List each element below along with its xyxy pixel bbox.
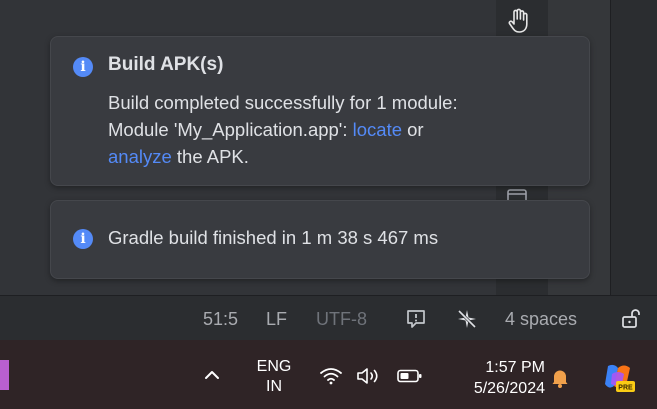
- right-tool-window-bar: [610, 0, 657, 295]
- clock-date: 5/26/2024: [473, 380, 545, 397]
- problems-icon[interactable]: [405, 308, 427, 330]
- or-text: or: [402, 119, 424, 140]
- notification-title: Build APK(s): [108, 54, 224, 75]
- chevron-up-icon[interactable]: [203, 368, 221, 382]
- hand-pointer-icon[interactable]: [506, 8, 530, 34]
- system-clock[interactable]: 1:57 PM 5/26/2024: [445, 357, 545, 399]
- line-separator[interactable]: LF: [266, 309, 287, 330]
- windows-taskbar: ENG IN 1:57 PM 5/26/2024 PRE: [0, 340, 657, 409]
- caret-position[interactable]: 51:5: [203, 309, 238, 330]
- clock-time: 1:57 PM: [485, 359, 545, 376]
- ai-assistant-icon[interactable]: [455, 307, 479, 331]
- unlock-icon[interactable]: [620, 307, 642, 329]
- wifi-icon[interactable]: [319, 366, 343, 386]
- notification-bell-icon[interactable]: [550, 367, 570, 389]
- notification-body: Build completed successfully for 1 modul…: [108, 89, 578, 170]
- battery-icon[interactable]: [397, 369, 423, 383]
- notification-line-2: Module 'My_Application.app': locate or: [108, 116, 578, 143]
- gradle-build-message: Gradle build finished in 1 m 38 s 467 ms: [108, 227, 439, 248]
- language-code: ENG: [256, 358, 292, 375]
- build-apk-notification: i Build APK(s) Build completed successfu…: [50, 36, 590, 186]
- info-icon: i: [73, 229, 93, 249]
- indent-setting[interactable]: 4 spaces: [505, 309, 577, 330]
- svg-text:PRE: PRE: [618, 385, 633, 392]
- notification-line-3: analyze the APK.: [108, 143, 578, 170]
- file-encoding[interactable]: UTF-8: [316, 309, 367, 330]
- status-bar: 51:5 LF UTF-8 4 spaces: [0, 295, 657, 340]
- locate-link[interactable]: locate: [353, 119, 402, 140]
- copilot-pre-icon[interactable]: PRE: [600, 360, 636, 396]
- volume-icon[interactable]: [355, 366, 383, 386]
- analyze-link[interactable]: analyze: [108, 146, 172, 167]
- input-language[interactable]: ENG IN: [254, 357, 294, 397]
- gradle-build-notification: i Gradle build finished in 1 m 38 s 467 …: [50, 200, 590, 279]
- the-apk-text: the APK.: [171, 146, 249, 167]
- taskbar-app-icon[interactable]: [0, 360, 9, 390]
- notification-line-1: Build completed successfully for 1 modul…: [108, 92, 458, 113]
- info-icon: i: [73, 57, 93, 77]
- android-studio-window: i Build APK(s) Build completed successfu…: [0, 0, 657, 340]
- module-text: Module 'My_Application.app':: [108, 119, 353, 140]
- region-code: IN: [266, 378, 282, 395]
